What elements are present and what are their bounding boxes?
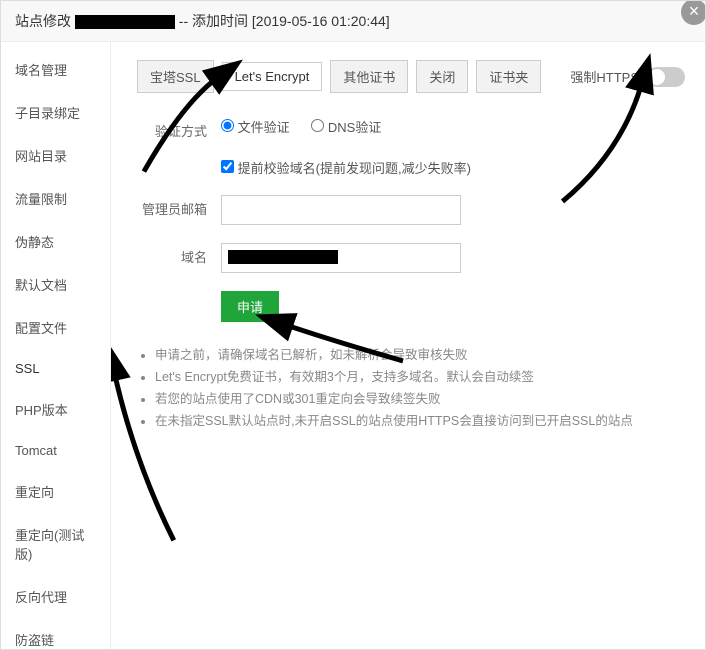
- admin-email-label: 管理员邮箱: [137, 195, 221, 218]
- force-https-label: 强制HTTPS: [570, 67, 639, 86]
- radio-dns-verify[interactable]: DNS验证: [311, 120, 381, 135]
- sidebar-item-domain-manage[interactable]: 域名管理: [1, 48, 110, 91]
- close-icon[interactable]: ×: [681, 0, 706, 25]
- tab-cert-folder[interactable]: 证书夹: [476, 60, 541, 93]
- modal-title: 站点修改 -- 添加时间 [2019-05-16 01:20:44]: [1, 1, 705, 42]
- notes-list: 申请之前，请确保域名已解析，如未解析会导致审核失败 Let's Encrypt免…: [137, 344, 685, 432]
- sidebar-item-traffic-limit[interactable]: 流量限制: [1, 177, 110, 220]
- domain-label: 域名: [137, 243, 221, 266]
- note-item: Let's Encrypt免费证书，有效期3个月，支持多域名。默认会自动续签: [155, 366, 685, 388]
- sidebar-item-config-file[interactable]: 配置文件: [1, 306, 110, 349]
- force-https-block: 强制HTTPS: [570, 67, 685, 87]
- verify-method-label: 验证方式: [137, 117, 221, 140]
- tab-close-ssl[interactable]: 关闭: [416, 60, 468, 93]
- redacted-domain-value: [228, 250, 338, 264]
- ssl-tabs: 宝塔SSL Let's Encrypt 其他证书 关闭 证书夹 强制HTTPS: [137, 60, 685, 93]
- title-mid: -- 添加时间: [179, 13, 248, 29]
- tab-baota-ssl[interactable]: 宝塔SSL: [137, 60, 214, 93]
- sidebar-item-ssl[interactable]: SSL: [1, 349, 110, 388]
- checkbox-precheck[interactable]: 提前校验域名(提前发现问题,减少失败率): [221, 161, 471, 176]
- sidebar-item-rewrite[interactable]: 伪静态: [1, 220, 110, 263]
- main-panel: 宝塔SSL Let's Encrypt 其他证书 关闭 证书夹 强制HTTPS …: [111, 42, 705, 650]
- sidebar-item-subdir-bind[interactable]: 子目录绑定: [1, 91, 110, 134]
- radio-file-verify-input[interactable]: [221, 119, 234, 132]
- domain-select-box[interactable]: [221, 243, 461, 273]
- note-item: 若您的站点使用了CDN或301重定向会导致续签失败: [155, 388, 685, 410]
- sidebar-item-reverse-proxy[interactable]: 反向代理: [1, 575, 110, 618]
- site-edit-modal: × 站点修改 -- 添加时间 [2019-05-16 01:20:44] 域名管…: [0, 0, 706, 650]
- sidebar-item-redirect-beta[interactable]: 重定向(测试版): [1, 513, 110, 575]
- radio-file-verify[interactable]: 文件验证: [221, 120, 290, 135]
- force-https-toggle[interactable]: [647, 67, 685, 87]
- sidebar-item-anti-leech[interactable]: 防盗链: [1, 618, 110, 650]
- title-prefix: 站点修改: [15, 13, 71, 29]
- admin-email-input[interactable]: [221, 195, 461, 225]
- note-item: 在未指定SSL默认站点时,未开启SSL的站点使用HTTPS会直接访问到已开启SS…: [155, 410, 685, 432]
- sidebar-item-redirect[interactable]: 重定向: [1, 470, 110, 513]
- sidebar-item-default-doc[interactable]: 默认文档: [1, 263, 110, 306]
- title-time: [2019-05-16 01:20:44]: [252, 13, 390, 29]
- tab-lets-encrypt[interactable]: Let's Encrypt: [222, 62, 323, 91]
- checkbox-precheck-input[interactable]: [221, 160, 234, 173]
- sidebar-item-php-version[interactable]: PHP版本: [1, 388, 110, 431]
- apply-button[interactable]: 申请: [221, 291, 279, 322]
- sidebar-item-site-dir[interactable]: 网站目录: [1, 134, 110, 177]
- sidebar-item-tomcat[interactable]: Tomcat: [1, 431, 110, 470]
- radio-dns-verify-input[interactable]: [311, 119, 324, 132]
- sidebar: 域名管理 子目录绑定 网站目录 流量限制 伪静态 默认文档 配置文件 SSL P…: [1, 42, 111, 650]
- note-item: 申请之前，请确保域名已解析，如未解析会导致审核失败: [155, 344, 685, 366]
- tab-other-cert[interactable]: 其他证书: [330, 60, 408, 93]
- ssl-form: 验证方式 文件验证 DNS验证 提前校验域名(提前发现问题,减少失败率) 管理员…: [137, 117, 685, 322]
- redacted-domain: [75, 15, 175, 29]
